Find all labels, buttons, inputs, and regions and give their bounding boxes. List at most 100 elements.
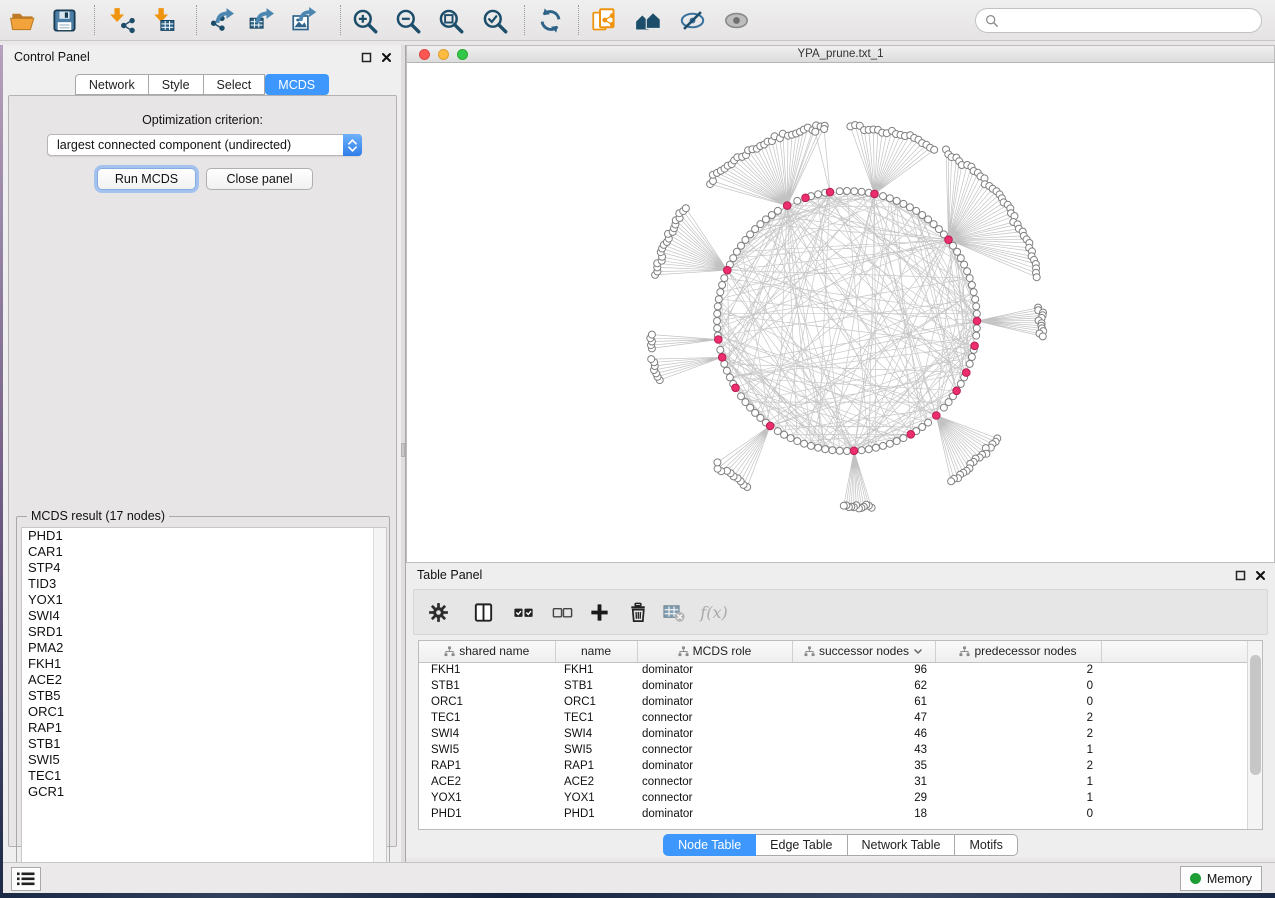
column-header-MCDS-role[interactable]: MCDS role	[637, 641, 792, 662]
mcds-hub-node	[826, 188, 834, 196]
tab-network[interactable]: Network	[75, 74, 149, 95]
mcds-hub-node	[945, 236, 953, 244]
zoom-fit-icon[interactable]	[434, 4, 466, 36]
column-header-name[interactable]: name	[555, 641, 637, 662]
mcds-result-node[interactable]: PMA2	[22, 640, 386, 656]
network-from-file-icon[interactable]	[588, 4, 620, 36]
mcds-hub-node	[907, 431, 915, 439]
app-window: Control Panel NetworkStyleSelectMCDS Opt…	[0, 0, 1275, 898]
float-window-icon[interactable]	[359, 50, 373, 64]
mcds-result-node[interactable]: FKH1	[22, 656, 386, 672]
open-file-icon[interactable]	[6, 4, 38, 36]
table-panel-tabs: Node TableEdge TableNetwork TableMotifs	[406, 834, 1275, 856]
table-row[interactable]: YOX1YOX1connector291	[419, 790, 1247, 806]
tab-style[interactable]: Style	[149, 74, 204, 95]
mcds-hub-node	[732, 384, 740, 392]
memory-status-icon	[1190, 873, 1201, 884]
mcds-result-node[interactable]: SWI5	[22, 752, 386, 768]
table-row[interactable]: FKH1FKH1dominator962	[419, 662, 1247, 678]
close-table-panel-icon[interactable]	[1253, 568, 1267, 582]
network-window-titlebar: YPA_prune.txt_1	[407, 46, 1274, 63]
mcds-result-node[interactable]: YOX1	[22, 592, 386, 608]
table-panel-header: Table Panel	[406, 563, 1275, 587]
first-neighbors-icon[interactable]	[632, 4, 664, 36]
mcds-hub-node	[802, 194, 810, 202]
delete-table-icon	[660, 598, 688, 626]
mcds-result-node[interactable]: SRD1	[22, 624, 386, 640]
hide-selected-icon[interactable]	[676, 4, 708, 36]
table-row[interactable]: RAP1RAP1dominator352	[419, 758, 1247, 774]
delete-column-icon[interactable]	[624, 598, 652, 626]
tab-select[interactable]: Select	[204, 74, 266, 95]
import-table-icon[interactable]	[150, 4, 182, 36]
table-row[interactable]: TEC1TEC1connector472	[419, 710, 1247, 726]
network-graph[interactable]	[407, 63, 1274, 562]
table-row[interactable]: PHD1PHD1dominator180	[419, 806, 1247, 822]
memory-button[interactable]: Memory	[1180, 866, 1262, 891]
export-network-icon[interactable]	[206, 4, 238, 36]
mcds-hub-node	[715, 336, 723, 344]
mcds-result-node[interactable]: TID3	[22, 576, 386, 592]
control-panel: Control Panel NetworkStyleSelectMCDS Opt…	[3, 45, 401, 862]
criterion-dropdown[interactable]: largest connected component (undirected)	[47, 134, 362, 156]
dropdown-stepper-icon	[343, 134, 362, 156]
add-column-icon[interactable]	[585, 598, 613, 626]
mcds-result-node[interactable]: ACE2	[22, 672, 386, 688]
mcds-list-scrollbar[interactable]	[373, 528, 386, 883]
table-row[interactable]: ORC1ORC1dominator610	[419, 694, 1247, 710]
tab-motifs[interactable]: Motifs	[955, 834, 1017, 856]
task-list-button[interactable]	[11, 867, 41, 891]
column-header-successor-nodes[interactable]: successor nodes	[792, 641, 935, 662]
mcds-hub-node	[850, 447, 858, 455]
mcds-result-node[interactable]: SWI4	[22, 608, 386, 624]
splitter-grip[interactable]	[401, 443, 405, 457]
table-settings-gear-icon[interactable]	[424, 598, 452, 626]
export-table-icon[interactable]	[246, 4, 278, 36]
tab-node-table[interactable]: Node Table	[663, 834, 756, 856]
run-mcds-button[interactable]: Run MCDS	[97, 168, 196, 190]
toolbar-separator	[94, 5, 95, 35]
table-row[interactable]: ACE2ACE2connector311	[419, 774, 1247, 790]
mcds-result-node[interactable]: ORC1	[22, 704, 386, 720]
close-panel-button[interactable]: Close panel	[206, 168, 313, 190]
mcds-result-node[interactable]: RAP1	[22, 720, 386, 736]
table-scrollbar-thumb[interactable]	[1250, 655, 1261, 775]
close-panel-icon[interactable]	[379, 50, 393, 64]
table-row[interactable]: STB1STB1dominator620	[419, 678, 1247, 694]
deselect-all-rows-icon[interactable]	[548, 598, 576, 626]
mcds-result-node[interactable]: PHD1	[22, 528, 386, 544]
zoom-in-icon[interactable]	[348, 4, 380, 36]
select-all-rows-icon[interactable]	[509, 598, 537, 626]
mcds-result-list[interactable]: PHD1CAR1STP4TID3YOX1SWI4SRD1PMA2FKH1ACE2…	[21, 527, 387, 884]
mcds-result-node[interactable]: STB5	[22, 688, 386, 704]
column-header-filler	[1101, 641, 1247, 662]
import-network-icon[interactable]	[106, 4, 138, 36]
tab-mcds[interactable]: MCDS	[265, 74, 329, 95]
zoom-out-icon[interactable]	[391, 4, 423, 36]
memory-label: Memory	[1207, 872, 1252, 886]
refresh-layout-icon[interactable]	[534, 4, 566, 36]
search-input[interactable]	[999, 10, 1261, 31]
show-columns-icon[interactable]	[469, 598, 497, 626]
table-scrollbar[interactable]	[1247, 641, 1262, 829]
mcds-result-node[interactable]: TEC1	[22, 768, 386, 784]
shared-column-icon	[959, 646, 970, 657]
mcds-result-node[interactable]: CAR1	[22, 544, 386, 560]
save-session-icon[interactable]	[48, 4, 80, 36]
column-header-shared-name[interactable]: shared name	[419, 641, 555, 662]
criterion-value: largest connected component (undirected)	[48, 138, 343, 152]
mcds-result-node[interactable]: STP4	[22, 560, 386, 576]
tab-network-table[interactable]: Network Table	[848, 834, 956, 856]
mcds-result-node[interactable]: GCR1	[22, 784, 386, 800]
zoom-selected-icon[interactable]	[478, 4, 510, 36]
mcds-result-node[interactable]: STB1	[22, 736, 386, 752]
tab-edge-table[interactable]: Edge Table	[756, 834, 847, 856]
table-row[interactable]: SWI4SWI4dominator462	[419, 726, 1247, 742]
network-canvas[interactable]	[407, 63, 1274, 562]
float-table-panel-icon[interactable]	[1233, 568, 1247, 582]
mcds-hub-node	[871, 190, 879, 198]
export-image-icon[interactable]	[288, 4, 320, 36]
table-row[interactable]: SWI5SWI5connector431	[419, 742, 1247, 758]
column-header-predecessor-nodes[interactable]: predecessor nodes	[935, 641, 1101, 662]
mcds-hub-node	[724, 266, 732, 274]
